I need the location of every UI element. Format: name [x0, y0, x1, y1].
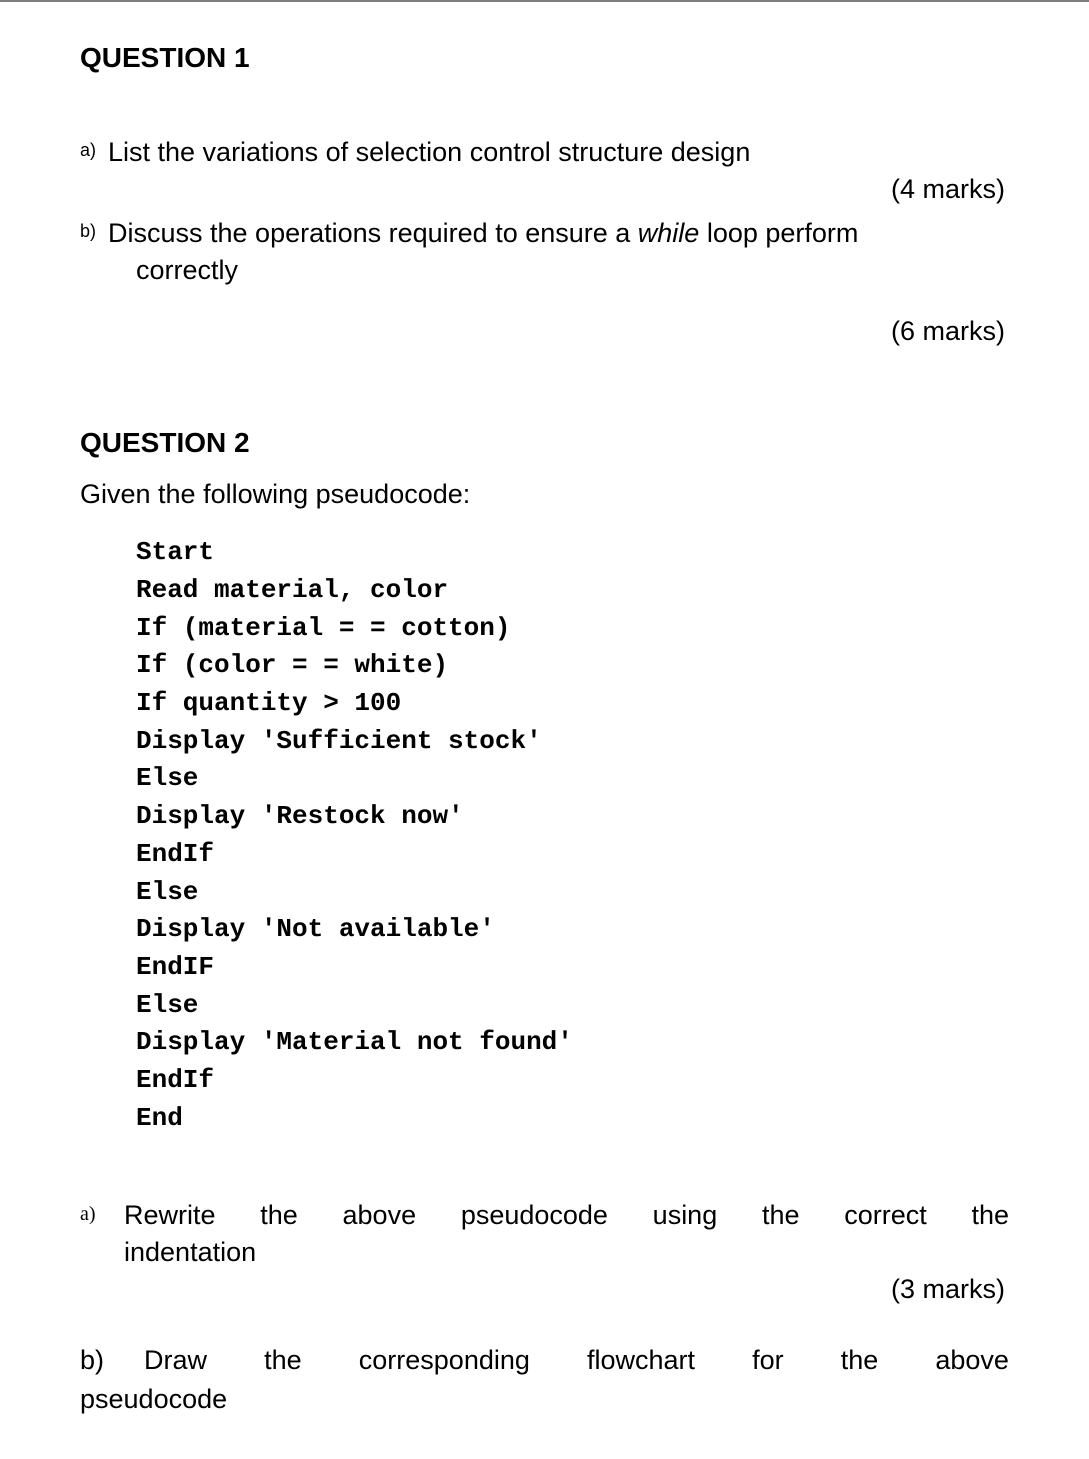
q2a-word: the — [971, 1197, 1009, 1233]
q2a-word: above — [343, 1197, 417, 1233]
q2-intro: Given the following pseudocode: — [80, 479, 1009, 510]
q2b-word: corresponding — [359, 1341, 530, 1380]
q2a-word: correct — [844, 1197, 927, 1233]
q2-pseudocode: Start Read material, color If (material … — [136, 534, 1009, 1137]
q1b-text: Discuss the operations required to ensur… — [108, 215, 1009, 251]
q1b-marks: (6 marks) — [80, 316, 1009, 347]
q1b-text-line2: correctly — [136, 252, 1009, 288]
q2b-label: b) — [80, 1341, 104, 1380]
question-1-heading: QUESTION 1 — [80, 42, 1009, 74]
q1-part-a: a) List the variations of selection cont… — [80, 134, 1009, 205]
document-page: QUESTION 1 a) List the variations of sel… — [0, 0, 1089, 1459]
q1b-text-post: loop perform — [699, 218, 858, 248]
q1a-text: List the variations of selection control… — [108, 134, 1009, 170]
q2-part-b: b) Draw the corresponding flowchart for the ab… — [80, 1341, 1009, 1419]
q2b-line2: pseudocode — [80, 1380, 1009, 1419]
q2a-word: the — [260, 1197, 298, 1233]
q2a-line2: indentation — [124, 1234, 1009, 1270]
q2a-marks: (3 marks) — [80, 1274, 1009, 1305]
q2b-word: the — [841, 1341, 879, 1380]
q2a-line1: Rewrite the above pseudocode using the correct… — [124, 1197, 1009, 1233]
q2b-word: above — [935, 1341, 1009, 1380]
q2a-word: the — [762, 1197, 800, 1233]
q1b-text-italic: while — [638, 218, 700, 248]
q2b-word: Draw — [144, 1341, 207, 1380]
q2a-word: using — [653, 1197, 718, 1233]
q1-part-b: b) Discuss the operations required to en… — [80, 215, 1009, 347]
q2b-line1: b) Draw the corresponding flowchart for the ab… — [80, 1341, 1009, 1380]
q1a-marks: (4 marks) — [80, 174, 1009, 205]
q1a-label: a) — [80, 134, 108, 161]
q1b-text-pre: Discuss the operations required to ensur… — [108, 218, 638, 248]
q2b-line1-words: Draw the corresponding flowchart for the above — [144, 1341, 1009, 1380]
q1b-label: b) — [80, 215, 108, 242]
q2b-word: for — [752, 1341, 784, 1380]
q2b-word: flowchart — [587, 1341, 695, 1380]
q2a-word: pseudocode — [461, 1197, 608, 1233]
q2b-word: the — [264, 1341, 302, 1380]
q2-part-a: a) Rewrite the above pseudocode using the corr… — [80, 1197, 1009, 1305]
q2a-word: Rewrite — [124, 1197, 216, 1233]
q2a-label: a) — [80, 1197, 124, 1270]
question-2-heading: QUESTION 2 — [80, 427, 1009, 459]
